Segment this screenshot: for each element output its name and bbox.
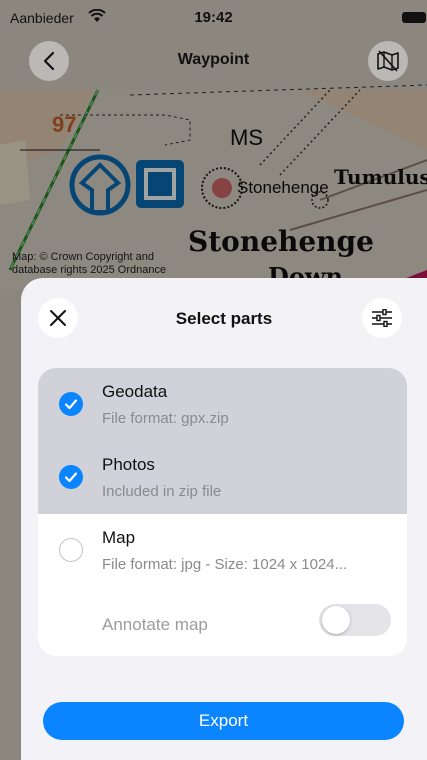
part-title: Photos: [102, 455, 155, 474]
select-parts-sheet: Select parts Geodata File format: gpx.zi…: [21, 278, 427, 760]
battery-icon: [402, 12, 426, 23]
status-time: 19:42: [194, 9, 233, 26]
sliders-icon: [372, 309, 392, 327]
part-title: Geodata: [102, 382, 168, 401]
checkmark-icon[interactable]: [59, 465, 83, 489]
parts-list: Geodata File format: gpx.zip Photos Incl…: [38, 368, 407, 656]
annotate-map-toggle[interactable]: [319, 604, 391, 636]
navigation-bar: Waypoint: [0, 34, 427, 90]
page-title: Waypoint: [177, 51, 250, 68]
checkmark-icon[interactable]: [59, 392, 83, 416]
part-subtitle: File format: gpx.zip: [102, 410, 229, 427]
export-button[interactable]: Export: [43, 702, 404, 740]
screen: 97 MS Tumulus Stonehenge Stonehenge Down…: [0, 0, 427, 760]
part-row-map[interactable]: Map File format: jpg - Size: 1024 x 1024…: [38, 514, 407, 587]
map-toggle-button[interactable]: [368, 41, 408, 81]
empty-circle-icon[interactable]: [59, 538, 83, 562]
toggle-knob: [322, 606, 350, 634]
part-title: Map: [102, 528, 136, 547]
part-row-geodata[interactable]: Geodata File format: gpx.zip: [38, 368, 407, 441]
map-off-icon: [377, 50, 399, 72]
settings-button[interactable]: [362, 298, 402, 338]
part-subtitle: Included in zip file: [102, 483, 222, 500]
annotate-map-label: Annotate map: [102, 615, 208, 634]
part-subtitle: File format: jpg - Size: 1024 x 1024...: [102, 556, 348, 573]
part-row-photos[interactable]: Photos Included in zip file: [38, 441, 407, 514]
status-bar: Aanbieder 19:42: [0, 0, 427, 34]
